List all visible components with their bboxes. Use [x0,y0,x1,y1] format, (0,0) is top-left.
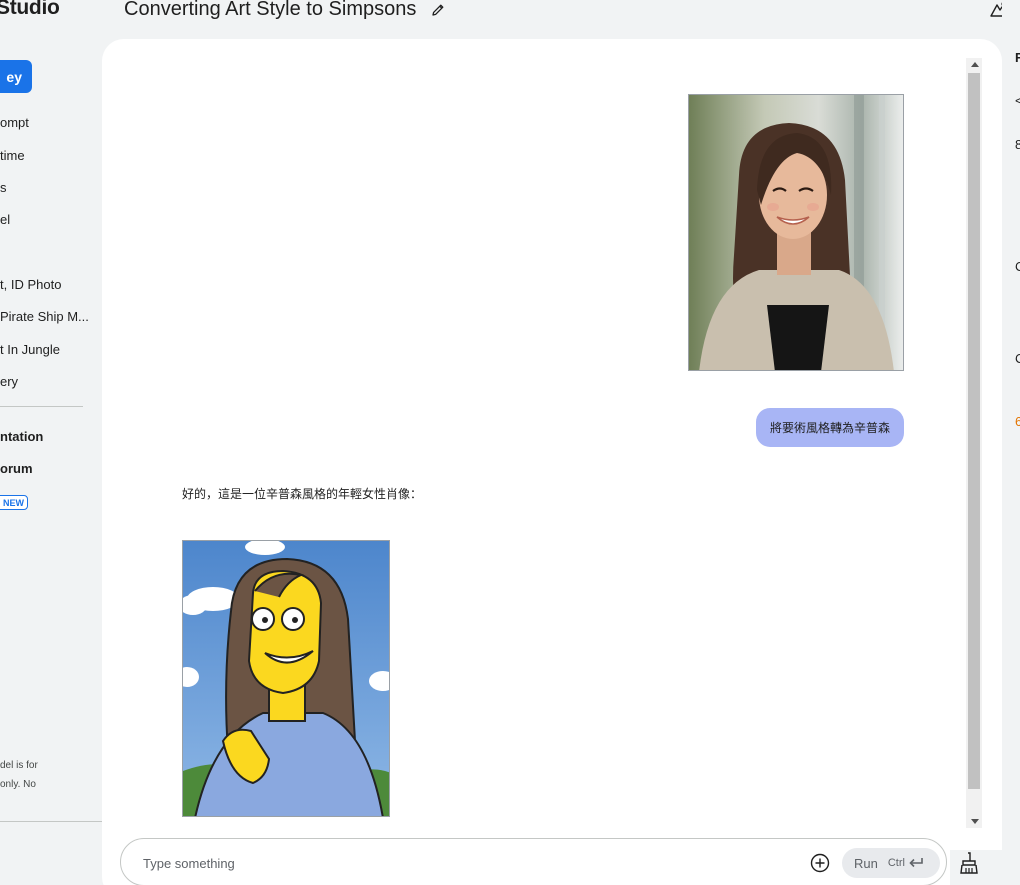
return-icon [909,858,923,868]
sidebar-divider-bottom [0,821,102,822]
model-generated-image[interactable] [182,540,390,817]
right-panel-heading: R [1015,50,1020,65]
page-title[interactable]: Converting Art Style to Simpsons [124,0,416,21]
sidebar-item-forum[interactable]: orum [0,461,33,476]
disclaimer-text: del is for only. No [0,756,38,794]
sidebar-item-s[interactable]: s [0,180,7,195]
disclaimer-line-2: only. No [0,779,36,790]
get-api-key-button[interactable]: ey [0,60,32,93]
user-uploaded-photo[interactable] [688,94,904,371]
chat-scrollbar[interactable] [966,58,982,828]
model-response-text: 好的，這是一位辛普森風格的年輕女性肖像： [182,487,423,501]
scroll-down-icon[interactable] [971,819,979,824]
scroll-thumb[interactable] [968,73,980,789]
user-photo-illustration [689,95,903,370]
sidebar-item-prompt[interactable]: ompt [0,115,29,130]
sidebar-item-realtime[interactable]: time [0,148,25,163]
right-panel: R < 8 C C 6 [1002,0,1020,885]
sidebar-divider [0,406,83,407]
right-panel-item-3[interactable]: C [1015,351,1020,366]
sidebar-item-pirate-ship[interactable]: Pirate Ship M... [0,309,89,324]
right-panel-item-4[interactable]: 6 [1015,414,1020,429]
new-badge: NEW [0,495,28,510]
sidebar-item-jungle[interactable]: t In Jungle [0,342,60,357]
run-label: Run [854,855,878,871]
user-message-bubble: 將要術風格轉為辛普森 [756,408,904,447]
sidebar-item-documentation[interactable]: ntation [0,429,43,444]
right-panel-chevron[interactable]: < [1015,93,1020,108]
edit-icon[interactable] [430,2,446,18]
scroll-up-icon[interactable] [971,62,979,67]
ctrl-label: Ctrl [887,857,905,869]
sidebar-item-model[interactable]: el [0,212,10,227]
brand-title: Studio [0,0,60,19]
prompt-input[interactable] [143,853,763,873]
disclaimer-line-1: del is for [0,760,38,771]
add-icon[interactable] [810,853,830,873]
sidebar-item-gallery[interactable]: ery [0,374,18,389]
right-panel-item-2[interactable]: C [1015,259,1020,274]
prompt-input-bar: Run Ctrl [120,838,947,885]
right-panel-item-1[interactable]: 8 [1015,137,1020,152]
sidebar-item-id-photo[interactable]: t, ID Photo [0,277,61,292]
left-sidebar: Studio ey ompt time s el t, ID Photo Pir… [0,0,102,885]
broom-icon[interactable] [959,852,979,874]
run-button[interactable]: Run Ctrl [842,848,940,878]
simpsons-illustration [183,541,389,816]
